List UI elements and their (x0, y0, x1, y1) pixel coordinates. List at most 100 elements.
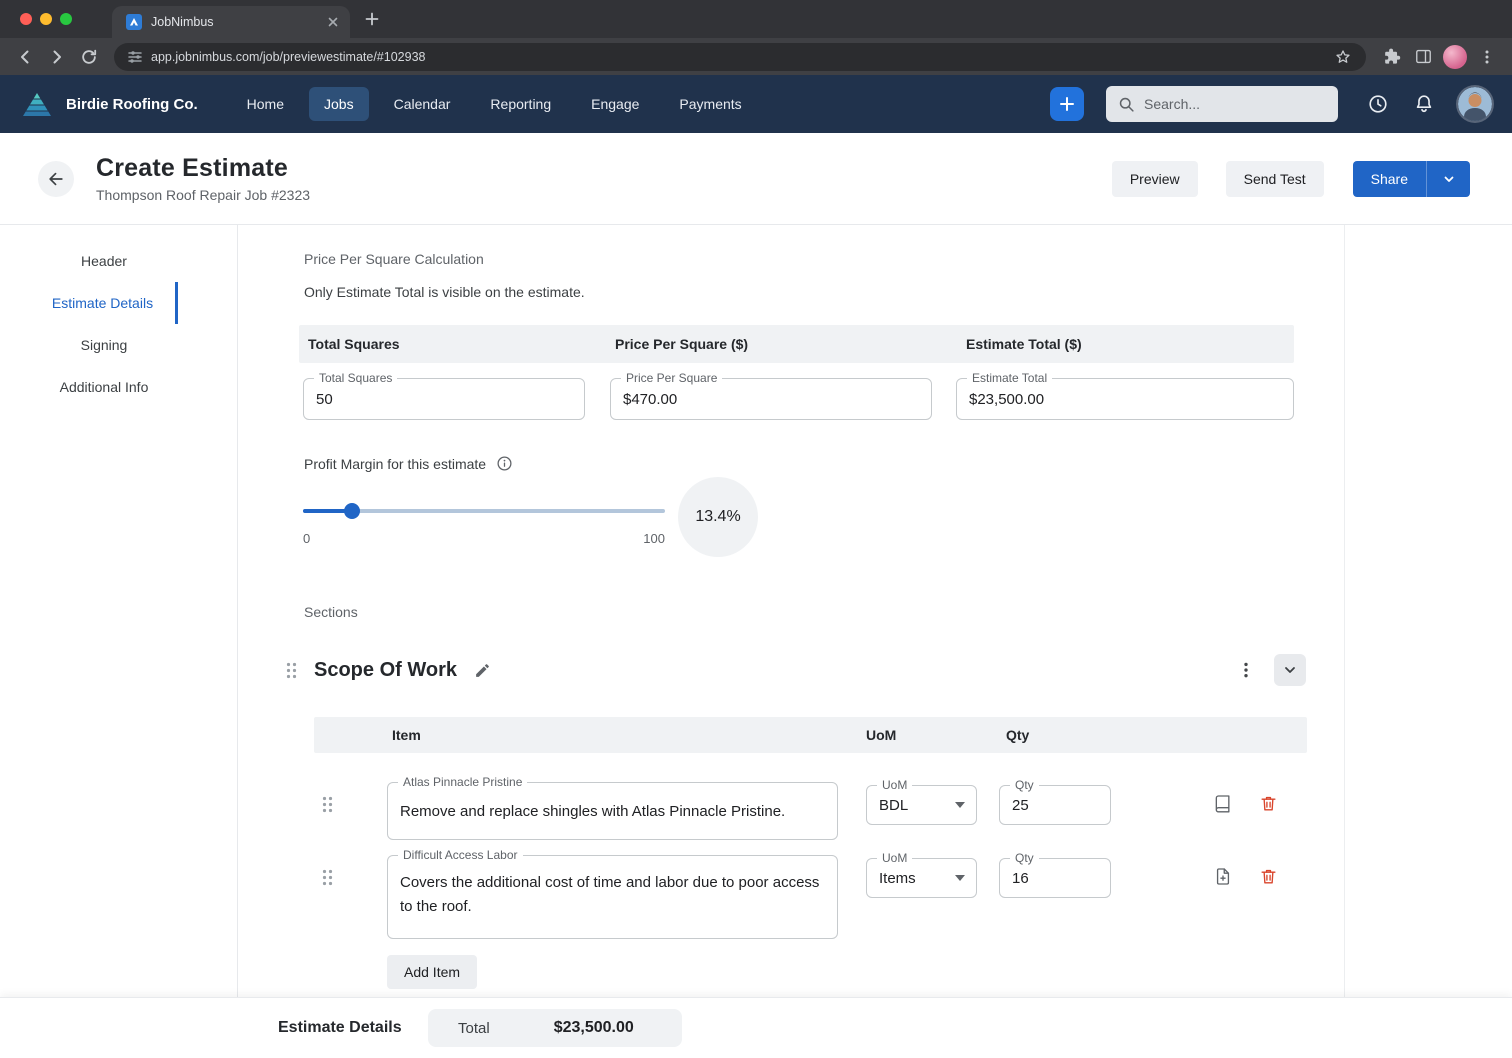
history-clock-icon[interactable] (1360, 86, 1396, 122)
price-per-square-field[interactable]: Price Per Square $470.00 (610, 371, 932, 420)
window-close-button[interactable] (20, 13, 32, 25)
notifications-bell-icon[interactable] (1406, 86, 1442, 122)
chevron-down-icon (955, 802, 965, 808)
section-drag-handle-icon[interactable] (286, 662, 297, 679)
quick-add-button[interactable] (1050, 87, 1084, 121)
uom-select-label: UoM (877, 851, 913, 865)
profit-slider-handle[interactable] (343, 503, 360, 519)
nav-item-jobs[interactable]: Jobs (309, 87, 369, 121)
edit-pencil-icon[interactable] (474, 662, 491, 679)
sidebar-item-header[interactable]: Header (30, 240, 178, 282)
profit-margin-slider[interactable] (303, 503, 665, 519)
nav-item-home[interactable]: Home (232, 87, 299, 121)
delete-trash-icon[interactable] (1259, 793, 1278, 814)
page-subtitle: Thompson Roof Repair Job #2323 (96, 187, 311, 203)
estimate-total-field[interactable]: Estimate Total $23,500.00 (956, 371, 1294, 420)
share-dropdown-button[interactable] (1426, 160, 1470, 197)
item-description-text[interactable]: Covers the additional cost of time and l… (388, 856, 837, 934)
company-logo-icon[interactable] (22, 92, 52, 117)
search-icon (1118, 96, 1135, 113)
uom-select-value[interactable]: BDL (879, 797, 908, 814)
back-button[interactable] (10, 42, 40, 72)
add-item-button[interactable]: Add Item (387, 955, 478, 989)
user-avatar[interactable] (1458, 87, 1492, 121)
items-col-qty: Qty (1006, 727, 1030, 743)
total-squares-field[interactable]: Total Squares 50 (303, 371, 585, 420)
sidebar-item-additional-info[interactable]: Additional Info (30, 366, 178, 408)
section-title: Scope Of Work (314, 658, 457, 681)
company-name: Birdie Roofing Co. (66, 95, 198, 113)
items-col-uom: UoM (866, 727, 897, 743)
footer-total-value: $23,500.00 (553, 1019, 634, 1036)
page-header: Create Estimate Thompson Roof Repair Job… (0, 133, 1512, 225)
search-input[interactable]: Search... (1106, 86, 1338, 122)
total-squares-value[interactable]: 50 (304, 379, 584, 419)
site-info-icon[interactable] (128, 50, 142, 64)
price-per-square-value[interactable]: $470.00 (611, 379, 931, 419)
item-description-text[interactable]: Remove and replace shingles with Atlas P… (388, 783, 837, 839)
bookmark-star-icon[interactable] (1334, 48, 1352, 66)
address-bar[interactable]: app.jobnimbus.com/job/previewestimate/#1… (114, 42, 1366, 71)
book-icon[interactable] (1213, 793, 1233, 814)
sidebar-item-estimate-details[interactable]: Estimate Details (30, 282, 178, 324)
window-minimize-button[interactable] (40, 13, 52, 25)
uom-select-value[interactable]: Items (879, 870, 916, 887)
info-icon[interactable] (496, 455, 513, 472)
estimate-sidebar: Header Estimate Details Signing Addition… (0, 225, 238, 997)
main-nav: Home Jobs Calendar Reporting Engage Paym… (232, 87, 757, 121)
url-text: app.jobnimbus.com/job/previewestimate/#1… (151, 49, 426, 64)
profit-margin-value-bubble: 13.4% (678, 477, 758, 557)
item-description-field[interactable]: Difficult Access Labor Covers the additi… (387, 848, 838, 939)
qty-field-label: Qty (1010, 778, 1039, 792)
nav-item-engage[interactable]: Engage (576, 87, 654, 121)
browser-profile-avatar[interactable] (1440, 42, 1470, 72)
uom-select-label: UoM (877, 778, 913, 792)
window-zoom-button[interactable] (60, 13, 72, 25)
send-test-button[interactable]: Send Test (1225, 160, 1324, 197)
extensions-icon[interactable] (1376, 42, 1406, 72)
browser-tab[interactable]: JobNimbus (112, 6, 350, 38)
footer-total-pill: Total $23,500.00 (428, 1009, 682, 1047)
estimate-main: Price Per Square Calculation Only Estima… (238, 225, 1345, 997)
estimate-total-label: Estimate Total (967, 371, 1053, 385)
qty-field[interactable]: Qty 25 (999, 778, 1111, 825)
item-drag-handle-icon[interactable] (322, 796, 333, 813)
new-tab-button[interactable] (350, 0, 394, 38)
uom-select[interactable]: UoM BDL (866, 778, 977, 825)
item-drag-handle-icon[interactable] (322, 869, 333, 886)
delete-trash-icon[interactable] (1259, 866, 1278, 887)
estimate-total-value[interactable]: $23,500.00 (957, 379, 1293, 419)
app-header: Birdie Roofing Co. Home Jobs Calendar Re… (0, 75, 1512, 133)
nav-item-payments[interactable]: Payments (664, 87, 756, 121)
section-collapse-button[interactable] (1274, 654, 1306, 686)
note-add-icon[interactable] (1213, 866, 1233, 887)
share-split-button: Share (1352, 160, 1470, 197)
sections-heading: Sections (304, 604, 358, 620)
tab-close-icon[interactable] (326, 15, 340, 29)
uom-select[interactable]: UoM Items (866, 851, 977, 898)
items-column-headers: Item UoM Qty (314, 717, 1307, 753)
tab-favicon (126, 14, 142, 30)
browser-menu-icon[interactable] (1472, 42, 1502, 72)
section-menu-icon[interactable] (1232, 654, 1260, 686)
forward-button[interactable] (42, 42, 72, 72)
footer-title: Estimate Details (278, 1019, 402, 1036)
calc-col-estimate-total: Estimate Total ($) (966, 336, 1082, 352)
item-description-field[interactable]: Atlas Pinnacle Pristine Remove and repla… (387, 775, 838, 840)
nav-item-reporting[interactable]: Reporting (475, 87, 566, 121)
side-panel-icon[interactable] (1408, 42, 1438, 72)
preview-button[interactable]: Preview (1111, 160, 1198, 197)
items-col-item: Item (392, 727, 421, 743)
nav-item-calendar[interactable]: Calendar (379, 87, 466, 121)
content-area: Header Estimate Details Signing Addition… (0, 225, 1512, 997)
calc-col-total-squares: Total Squares (308, 336, 400, 352)
calc-col-price-per-square: Price Per Square ($) (615, 336, 749, 352)
chevron-down-icon (955, 875, 965, 881)
page-back-button[interactable] (38, 160, 74, 197)
calc-heading: Price Per Square Calculation (304, 251, 484, 267)
reload-button[interactable] (74, 42, 104, 72)
share-button[interactable]: Share (1352, 160, 1426, 197)
calc-note: Only Estimate Total is visible on the es… (304, 284, 585, 300)
sidebar-item-signing[interactable]: Signing (30, 324, 178, 366)
qty-field[interactable]: Qty 16 (999, 851, 1111, 898)
